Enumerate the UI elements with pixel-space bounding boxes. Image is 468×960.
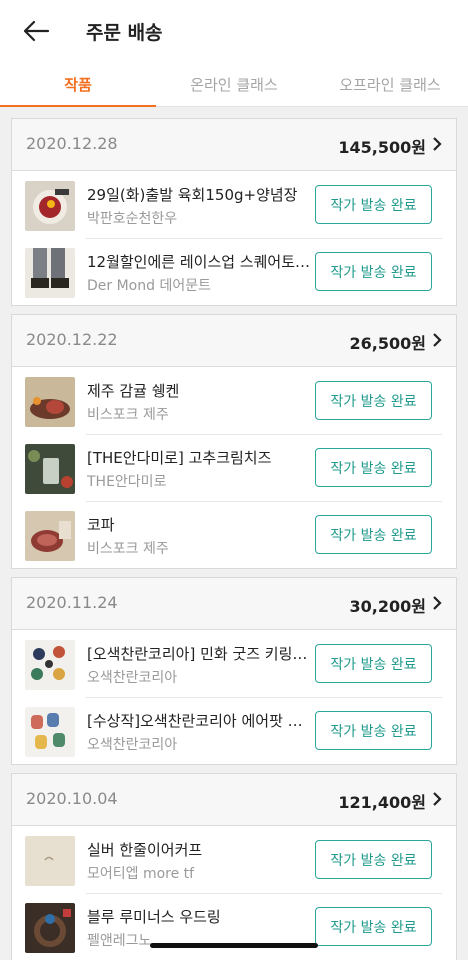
- product-thumbnail: [25, 248, 75, 298]
- chevron-right-icon: [433, 333, 442, 347]
- shipping-status-button[interactable]: 작가 발송 완료: [315, 252, 432, 291]
- home-indicator[interactable]: [150, 943, 318, 948]
- chevron-right-icon: [433, 137, 442, 151]
- product-name: [THE안다미로] 고추크림치즈: [87, 449, 272, 467]
- product-name: 실버 한줄이어커프: [87, 841, 203, 859]
- shipping-status-button[interactable]: 작가 발송 완료: [315, 711, 432, 750]
- order-group-header[interactable]: 2020.12.28 145,500원: [12, 119, 456, 171]
- product-thumbnail: [25, 836, 75, 886]
- seller-name: 비스포크 제주: [87, 407, 169, 423]
- shipping-status-button[interactable]: 작가 발송 완료: [315, 448, 432, 487]
- order-group: 2020.12.22 26,500원 제주 감귤 쉥켄 비스포크 제주 작가 발…: [11, 314, 457, 569]
- seller-name: 박판호순천한우: [87, 211, 178, 227]
- shipping-status-button[interactable]: 작가 발송 완료: [315, 840, 432, 879]
- product-thumbnail: [25, 511, 75, 561]
- order-total: 145,500원: [338, 138, 426, 157]
- product-thumbnail: [25, 707, 75, 757]
- order-item[interactable]: 실버 한줄이어커프 모어티엡 more tf 작가 발송 완료: [12, 826, 456, 893]
- order-group-header[interactable]: 2020.11.24 30,200원: [12, 578, 456, 630]
- order-date: 2020.12.22: [26, 330, 118, 349]
- order-item[interactable]: [THE안다미로] 고추크림치즈 THE안다미로 작가 발송 완료: [12, 434, 456, 501]
- product-name: 제주 감귤 쉥켄: [87, 382, 180, 400]
- product-name: 12월할인에른 레이스업 스퀘어토 부츠: [87, 253, 312, 271]
- order-date: 2020.10.04: [26, 789, 118, 808]
- product-thumbnail: [25, 444, 75, 494]
- order-item[interactable]: 제주 감귤 쉥켄 비스포크 제주 작가 발송 완료: [12, 367, 456, 434]
- shipping-status-button[interactable]: 작가 발송 완료: [315, 515, 432, 554]
- product-name: 코파: [87, 516, 115, 534]
- order-group-header[interactable]: 2020.10.04 121,400원: [12, 774, 456, 826]
- order-item[interactable]: 블루 루미너스 우드링 펠앤레그노 작가 발송 완료: [12, 893, 456, 960]
- order-total: 30,200원: [349, 597, 426, 616]
- shipping-status-button[interactable]: 작가 발송 완료: [315, 644, 432, 683]
- shipping-status-button[interactable]: 작가 발송 완료: [315, 907, 432, 946]
- back-button[interactable]: [22, 14, 62, 48]
- seller-name: THE안다미로: [87, 474, 167, 490]
- seller-name: Der Mond 데어문트: [87, 278, 211, 294]
- order-total: 121,400원: [338, 793, 426, 812]
- order-total: 26,500원: [349, 334, 426, 353]
- shipping-status-button[interactable]: 작가 발송 완료: [315, 381, 432, 420]
- arrow-left-icon: [23, 20, 50, 42]
- chevron-right-icon: [433, 596, 442, 610]
- product-name: 블루 루미너스 우드링: [87, 908, 221, 926]
- product-thumbnail: [25, 181, 75, 231]
- product-thumbnail: [25, 640, 75, 690]
- order-date: 2020.11.24: [26, 593, 118, 612]
- shipping-status-button[interactable]: 작가 발송 완료: [315, 185, 432, 224]
- order-date: 2020.12.28: [26, 134, 118, 153]
- order-item[interactable]: [오색찬란코리아] 민화 굿즈 키링 세트 오색찬란코리아 작가 발송 완료: [12, 630, 456, 697]
- tab-works[interactable]: 작품: [0, 62, 156, 107]
- page-title: 주문 배송: [86, 22, 163, 44]
- order-item[interactable]: 12월할인에른 레이스업 스퀘어토 부츠 Der Mond 데어문트 작가 발송…: [12, 238, 456, 305]
- order-group-header[interactable]: 2020.12.22 26,500원: [12, 315, 456, 367]
- product-name: 29일(화)출발 육회150g+양념장: [87, 186, 298, 204]
- seller-name: 오색찬란코리아: [87, 737, 178, 753]
- product-name: [오색찬란코리아] 민화 굿즈 키링 세트: [87, 645, 312, 663]
- order-item[interactable]: [수상작]오색찬란코리아 에어팟 케이스 오색찬란코리아 작가 발송 완료: [12, 697, 456, 764]
- app-header: 주문 배송: [0, 0, 468, 62]
- tab-offline-class[interactable]: 오프라인 클래스: [312, 62, 468, 106]
- order-group: 2020.12.28 145,500원 29일(화)출발 육회150g+양념장 …: [11, 118, 457, 306]
- seller-name: 비스포크 제주: [87, 541, 169, 557]
- order-group: 2020.10.04 121,400원 실버 한줄이어커프 모어티엡 more …: [11, 773, 457, 960]
- category-tabs: 작품 온라인 클래스 오프라인 클래스: [0, 62, 468, 107]
- order-item[interactable]: 29일(화)출발 육회150g+양념장 박판호순천한우 작가 발송 완료: [12, 171, 456, 238]
- seller-name: 오색찬란코리아: [87, 670, 178, 686]
- chevron-right-icon: [433, 792, 442, 806]
- product-thumbnail: [25, 377, 75, 427]
- seller-name: 모어티엡 more tf: [87, 866, 195, 882]
- tab-online-class[interactable]: 온라인 클래스: [156, 62, 312, 106]
- product-name: [수상작]오색찬란코리아 에어팟 케이스: [87, 712, 312, 730]
- order-item[interactable]: 코파 비스포크 제주 작가 발송 완료: [12, 501, 456, 568]
- order-group: 2020.11.24 30,200원 [오색찬란코리아] 민화 굿즈 키링 세트…: [11, 577, 457, 765]
- product-thumbnail: [25, 903, 75, 953]
